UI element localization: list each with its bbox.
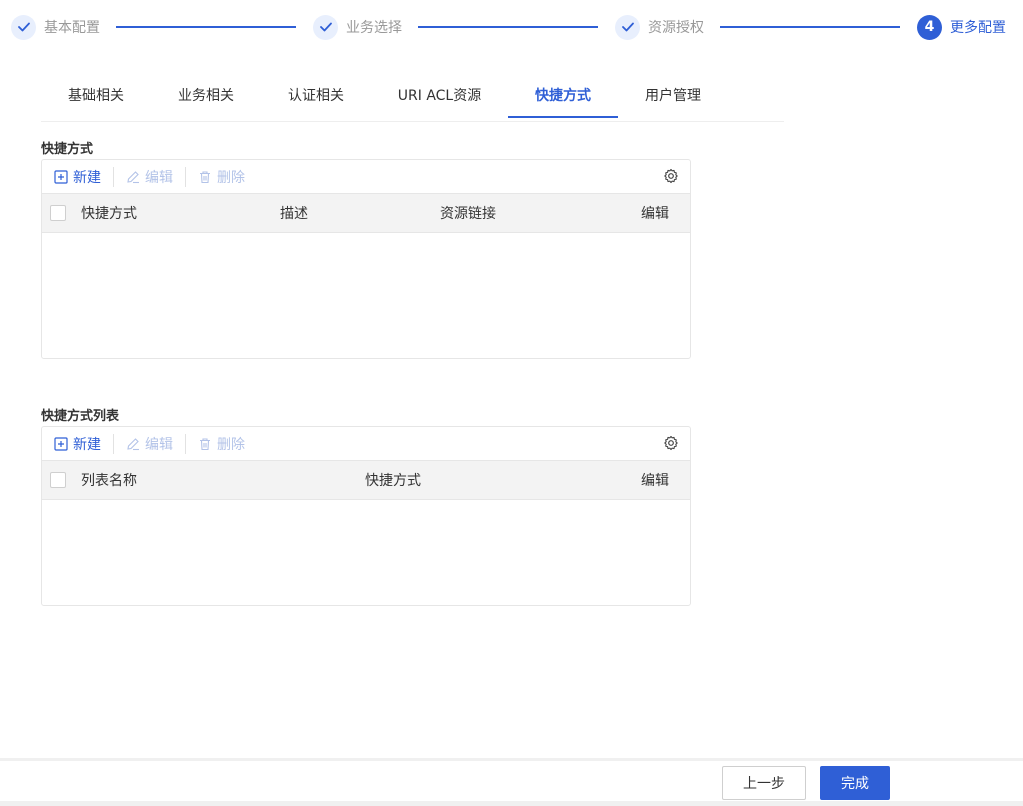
delete-button[interactable]: 删除 [198,167,245,187]
step-more-config: 4 更多配置 [917,13,1006,41]
step-label: 业务选择 [346,20,402,36]
column-header: 快捷方式 [365,473,421,489]
step-connector [116,26,296,28]
table-header: 快捷方式 描述 资源链接 编辑 [42,193,690,233]
tab-business[interactable]: 业务相关 [151,76,261,118]
toolbar-divider [113,433,114,454]
column-header: 快捷方式 [81,206,137,222]
toolbar: 新建 编辑 删除 [42,160,690,193]
select-all-checkbox[interactable] [50,472,66,488]
step-label: 更多配置 [950,20,1006,36]
tab-basic[interactable]: 基础相关 [41,76,151,118]
delete-button[interactable]: 删除 [198,434,245,454]
finish-button[interactable]: 完成 [820,766,890,800]
column-header: 列表名称 [81,473,137,489]
step-connector [720,26,900,28]
check-icon [313,14,338,40]
footer-strip [0,801,1023,806]
edit-button-label: 编辑 [145,169,173,186]
shortcut-list-panel: 新建 编辑 删除 列表名称 快捷方式 编辑 [41,426,691,606]
footer-bar: 上一步 完成 [0,758,1023,806]
step-number: 4 [917,14,942,40]
pencil-icon [126,437,140,451]
plus-square-icon [54,169,68,184]
trash-icon [198,437,212,451]
new-button-label: 新建 [73,436,101,453]
step-business-select: 业务选择 [313,13,402,41]
shortcut-panel: 新建 编辑 删除 快捷方式 描述 资源链接 编辑 [41,159,691,359]
gear-icon[interactable] [663,168,679,184]
column-header: 编辑 [641,206,669,222]
step-resource-auth: 资源授权 [615,13,704,41]
new-button[interactable]: 新建 [54,167,101,187]
page: 基本配置 业务选择 资源授权 4 更多配置 基础相关 业务相关 认证相关 URI… [0,0,1023,806]
new-button[interactable]: 新建 [54,434,101,454]
tab-user-management[interactable]: 用户管理 [618,76,728,118]
step-basic-config: 基本配置 [11,13,100,41]
section-title-shortcut-list: 快捷方式列表 [41,409,120,424]
column-header: 资源链接 [440,206,496,222]
delete-button-label: 删除 [217,169,245,186]
wizard-steps: 基本配置 业务选择 资源授权 4 更多配置 [11,13,1011,41]
toolbar-divider [185,433,186,454]
step-label: 资源授权 [648,20,704,36]
table-header: 列表名称 快捷方式 编辑 [42,460,690,500]
toolbar-divider [113,166,114,187]
step-connector [418,26,598,28]
gear-icon[interactable] [663,435,679,451]
step-label: 基本配置 [44,20,100,36]
toolbar: 新建 编辑 删除 [42,427,690,460]
delete-button-label: 删除 [217,436,245,453]
edit-button[interactable]: 编辑 [126,434,173,454]
tab-uri-acl[interactable]: URI ACL资源 [371,76,508,118]
select-all-checkbox[interactable] [50,205,66,221]
tab-auth[interactable]: 认证相关 [261,76,371,118]
edit-button-label: 编辑 [145,436,173,453]
check-icon [615,14,640,40]
column-header: 编辑 [641,473,669,489]
previous-step-button[interactable]: 上一步 [722,766,806,800]
trash-icon [198,170,212,184]
tab-shortcut[interactable]: 快捷方式 [508,76,618,118]
config-tabs: 基础相关 业务相关 认证相关 URI ACL资源 快捷方式 用户管理 [41,76,784,122]
edit-button[interactable]: 编辑 [126,167,173,187]
column-header: 描述 [280,206,308,222]
section-title-shortcut: 快捷方式 [41,142,94,157]
plus-square-icon [54,436,68,451]
check-icon [11,14,36,40]
pencil-icon [126,170,140,184]
toolbar-divider [185,166,186,187]
new-button-label: 新建 [73,169,101,186]
